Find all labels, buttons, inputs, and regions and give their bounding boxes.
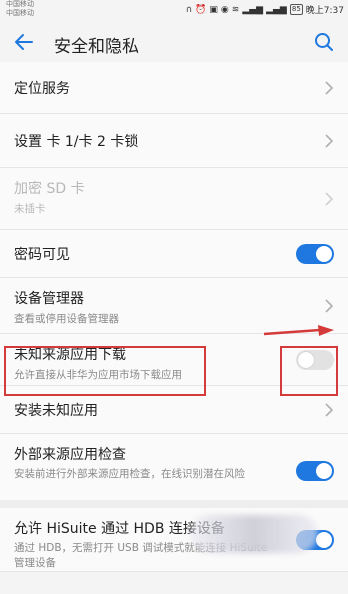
carrier-1: 中国移动 [6, 0, 34, 8]
toggle-switch[interactable] [296, 461, 334, 481]
alarm-icon: ⏰ [195, 4, 207, 15]
signal-2-icon: ▂▄▆ [266, 4, 287, 15]
highlight-box-toggle [280, 346, 338, 396]
row-description: 查看或停用设备管理器 [14, 313, 119, 325]
wifi-icon: ≋ [231, 4, 240, 15]
row-encrypt-sd: 加密 SD 卡未插卡 [0, 168, 348, 230]
row-label: 外部来源应用检查 [14, 447, 126, 463]
clock: 晚上7:37 [305, 6, 344, 16]
row-label: 定位服务 [14, 81, 70, 97]
title-bar: 安全和隐私 [0, 22, 348, 62]
row-label: 密码可见 [14, 247, 70, 263]
carrier-labels: 中国移动 中国移动 [6, 0, 34, 18]
obscured-region [190, 515, 318, 553]
eye-icon: ◉ [220, 4, 229, 15]
chevron-right-icon [325, 81, 334, 95]
headset-icon: ∩ [185, 4, 193, 15]
row-description: 未插卡 [14, 203, 46, 215]
row-location-services[interactable]: 定位服务 [0, 62, 348, 114]
status-icons: ∩ ⏰ ▣ ◉ ≋ ▂▄▆ ▂▄▆ 85 晚上7:37 [186, 3, 344, 16]
back-arrow-icon[interactable] [12, 30, 36, 54]
toggle-knob [316, 463, 332, 479]
row-label: 安装未知应用 [14, 403, 98, 419]
status-bar: 中国移动 中国移动 ∩ ⏰ ▣ ◉ ≋ ▂▄▆ ▂▄▆ 85 晚上7:37 [0, 0, 348, 22]
row-sim-lock[interactable]: 设置 卡 1/卡 2 卡锁 [0, 114, 348, 168]
highlight-box-label [4, 346, 206, 396]
chevron-right-icon [325, 134, 334, 148]
row-external-source-check[interactable]: 外部来源应用检查安装前进行外部来源应用检查，在线识别潜在风险 [0, 434, 348, 508]
row-label: 设置 卡 1/卡 2 卡锁 [14, 134, 139, 150]
chevron-right-icon [325, 299, 334, 313]
page-title: 安全和隐私 [54, 37, 139, 57]
row-password-visible[interactable]: 密码可见 [0, 230, 348, 278]
row-label: 设备管理器 [14, 291, 84, 307]
row-description: 安装前进行外部来源应用检查，在线识别潜在风险 [14, 468, 245, 480]
battery-icon: 85 [289, 4, 303, 15]
chevron-right-icon [325, 192, 334, 206]
hd-icon: ▣ [209, 4, 218, 15]
signal-icon: ▂▄▆ [242, 4, 264, 15]
toggle-switch[interactable] [296, 244, 334, 264]
chevron-right-icon [325, 403, 334, 417]
annotation-arrow-icon [263, 325, 334, 336]
toggle-knob [316, 532, 332, 548]
search-icon[interactable] [312, 30, 336, 54]
carrier-2: 中国移动 [6, 9, 34, 17]
settings-list: 定位服务设置 卡 1/卡 2 卡锁 加密 SD 卡未插卡密码可见设备管理器查看或停… [0, 62, 348, 572]
toggle-knob [316, 246, 332, 262]
row-label: 加密 SD 卡 [14, 181, 85, 197]
